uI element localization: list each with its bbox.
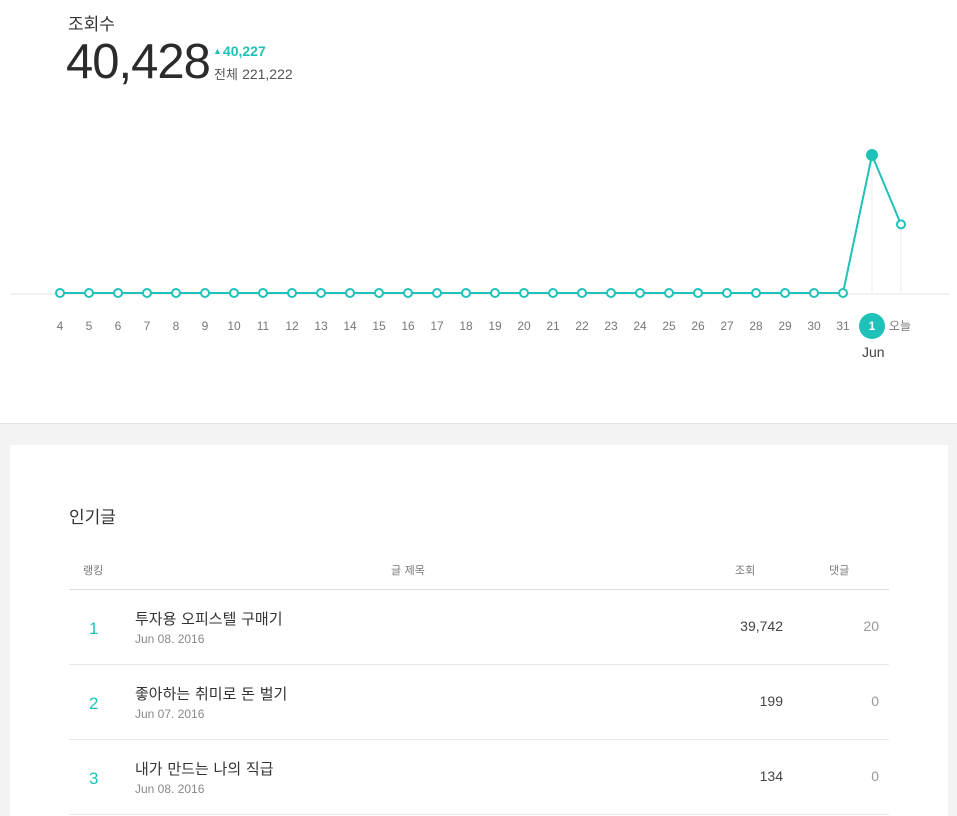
data-point[interactable] — [780, 287, 790, 298]
row-rank: 1 — [89, 619, 99, 638]
data-point[interactable] — [866, 149, 878, 161]
data-point[interactable] — [200, 287, 210, 298]
data-point[interactable] — [113, 287, 123, 298]
row-title-link[interactable]: 좋아하는 취미로 돈 벌기 — [135, 683, 287, 704]
header-rank: 랭킹 — [83, 564, 104, 577]
row-views: 39,742 — [740, 618, 783, 634]
data-point[interactable] — [809, 287, 819, 298]
data-point[interactable] — [461, 287, 471, 298]
data-point[interactable] — [693, 287, 703, 298]
views-section: 조회수 40,428 ▲40,227 전체 221,222 4 5 6 7 8 9 10 11… — [0, 0, 957, 424]
row-rank: 3 — [89, 769, 99, 788]
data-point[interactable] — [751, 287, 761, 298]
x-tick-label: 16 — [401, 319, 415, 333]
data-point[interactable] — [229, 287, 239, 298]
popular-posts-panel: 인기글 랭킹 글 제목 조회 댓글 1 투자용 오피스텔 구매기 Jun 08.… — [10, 445, 948, 816]
data-point[interactable] — [432, 287, 442, 298]
delta-value: 40,227 — [222, 43, 266, 59]
x-tick-label: 29 — [778, 319, 792, 333]
header-title: 글 제목 — [391, 564, 425, 577]
row-rank: 2 — [89, 694, 99, 713]
x-tick-label: 7 — [144, 319, 151, 333]
data-point[interactable] — [345, 287, 355, 298]
month-label: Jun — [862, 344, 885, 360]
x-tick-label: 1 — [869, 319, 876, 333]
data-point[interactable] — [838, 287, 848, 298]
data-point[interactable] — [374, 287, 384, 298]
data-point[interactable] — [171, 287, 181, 298]
row-date: Jun 08. 2016 — [135, 782, 205, 796]
data-point[interactable] — [722, 287, 732, 298]
row-comments: 0 — [871, 768, 879, 784]
data-point[interactable] — [490, 287, 500, 298]
row-views: 199 — [759, 693, 783, 709]
views-line-chart: 4 5 6 7 8 9 10 11 12 13 14 15 16 17 18 19 20 21 22 23 24 25 26… — [10, 149, 950, 339]
x-tick-label: 8 — [173, 319, 180, 333]
header-views: 조회 — [735, 564, 756, 577]
x-tick-label: 13 — [314, 319, 328, 333]
data-point[interactable] — [55, 287, 65, 298]
x-tick-label: 21 — [546, 319, 560, 333]
x-tick-label: 6 — [115, 319, 122, 333]
data-point[interactable] — [316, 287, 326, 298]
data-point[interactable] — [142, 287, 152, 298]
table-row[interactable]: 3 내가 만드는 나의 직급 Jun 08. 2016 134 0 — [69, 740, 889, 815]
x-tick-label: 24 — [633, 319, 647, 333]
data-point[interactable] — [287, 287, 297, 298]
data-point[interactable] — [577, 287, 587, 298]
data-point[interactable] — [258, 287, 268, 298]
x-tick-label: 19 — [488, 319, 502, 333]
row-comments: 0 — [871, 693, 879, 709]
table-row[interactable]: 2 좋아하는 취미로 돈 벌기 Jun 07. 2016 199 0 — [69, 665, 889, 740]
x-tick-label: 15 — [372, 319, 386, 333]
x-tick-label: 11 — [257, 319, 270, 333]
data-point[interactable] — [896, 219, 906, 230]
row-comments: 20 — [863, 618, 879, 634]
x-tick-label: 23 — [604, 319, 618, 333]
table-row[interactable]: 1 투자용 오피스텔 구매기 Jun 08. 2016 39,742 20 — [69, 590, 889, 665]
x-tick-label: 26 — [691, 319, 705, 333]
x-tick-label: 27 — [720, 319, 734, 333]
x-tick-label: 9 — [202, 319, 209, 333]
views-total: 전체 221,222 — [214, 64, 293, 83]
row-title-link[interactable]: 투자용 오피스텔 구매기 — [135, 608, 283, 629]
x-tick-label: 30 — [807, 319, 821, 333]
header-comments: 댓글 — [829, 564, 850, 577]
x-tick-label: 22 — [575, 319, 589, 333]
data-point[interactable] — [84, 287, 94, 298]
x-tick-label: 20 — [517, 319, 531, 333]
up-arrow-icon: ▲ — [213, 46, 222, 56]
x-tick-label: 17 — [430, 319, 444, 333]
x-tick-label: 31 — [836, 319, 850, 333]
series-line — [60, 151, 902, 294]
views-title: 조회수 — [68, 15, 115, 35]
data-point[interactable] — [664, 287, 674, 298]
row-date: Jun 08. 2016 — [135, 632, 205, 646]
data-point[interactable] — [606, 287, 616, 298]
x-tick-label: 25 — [662, 319, 676, 333]
x-tick-label: 28 — [749, 319, 763, 333]
x-tick-label: 4 — [57, 319, 64, 333]
x-tick-label: 18 — [459, 319, 473, 333]
views-delta: ▲40,227 — [213, 43, 266, 59]
popular-posts-title: 인기글 — [69, 508, 116, 528]
data-point[interactable] — [403, 287, 413, 298]
x-tick-label: 오늘 — [889, 319, 911, 333]
table-header: 랭킹 글 제목 조회 댓글 — [69, 555, 889, 590]
x-tick-label: 12 — [285, 319, 299, 333]
views-count: 40,428 — [66, 35, 211, 89]
row-date: Jun 07. 2016 — [135, 707, 205, 721]
row-views: 134 — [759, 768, 783, 784]
total-value: 221,222 — [242, 66, 293, 82]
data-point[interactable] — [635, 287, 645, 298]
x-tick-label: 5 — [86, 319, 93, 333]
data-point[interactable] — [548, 287, 558, 298]
row-title-link[interactable]: 내가 만드는 나의 직급 — [135, 758, 274, 779]
x-tick-label: 10 — [227, 319, 241, 333]
data-point[interactable] — [519, 287, 529, 298]
x-tick-label: 14 — [343, 319, 357, 333]
total-label: 전체 — [214, 68, 238, 83]
